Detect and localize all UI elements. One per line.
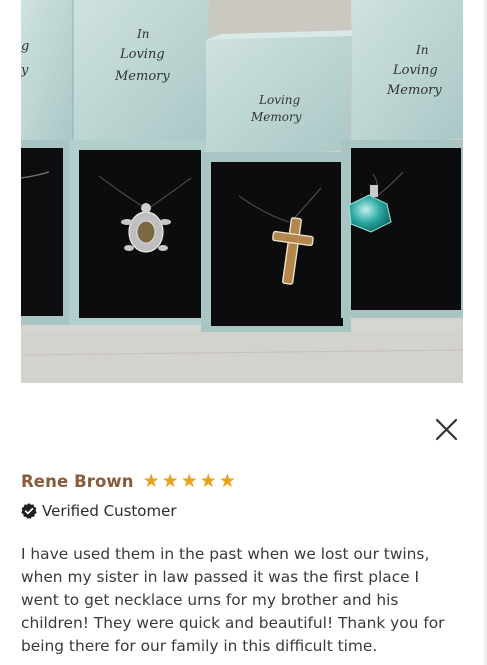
left-lid-text-2: y <box>21 63 29 78</box>
star-icon: ★ <box>199 469 217 492</box>
star-icon: ★ <box>161 469 179 492</box>
cross-box: Loving Memory <box>201 30 361 332</box>
turtle-lid-text-2: Loving <box>119 47 165 62</box>
review-body: I have used them in the past when we los… <box>21 545 445 655</box>
reviewer-row: Rene Brown ★ ★ ★ ★ ★ <box>21 468 236 494</box>
right-gem-box: In Loving Memory <box>341 0 463 318</box>
reviewer-name: Rene Brown <box>21 471 134 491</box>
close-button[interactable] <box>432 416 460 444</box>
turtle-box: In Loving Memory <box>69 0 209 325</box>
cross-lid-text-2: Memory <box>250 110 302 124</box>
left-lid-text-1: g <box>21 39 29 54</box>
turtle-lid-text-1: In <box>136 27 149 41</box>
left-partial-box: g y <box>21 0 73 325</box>
right-lid-text-1: In <box>415 43 428 57</box>
verified-badge: Verified Customer <box>20 500 177 522</box>
star-rating: ★ ★ ★ ★ ★ <box>142 469 236 492</box>
star-icon: ★ <box>142 469 160 492</box>
right-lid-text-3: Memory <box>386 83 442 98</box>
star-icon: ★ <box>218 469 236 492</box>
cross-lid-text-1: Loving <box>258 93 301 107</box>
right-lid-text-2: Loving <box>392 63 438 78</box>
review-photo[interactable]: g y In Loving Memory Loving Memory In Lo… <box>21 0 463 383</box>
verified-label: Verified Customer <box>42 502 177 520</box>
star-icon: ★ <box>180 469 198 492</box>
turtle-lid-text-3: Memory <box>114 69 170 84</box>
close-icon <box>435 418 458 441</box>
verified-badge-icon <box>21 503 37 519</box>
